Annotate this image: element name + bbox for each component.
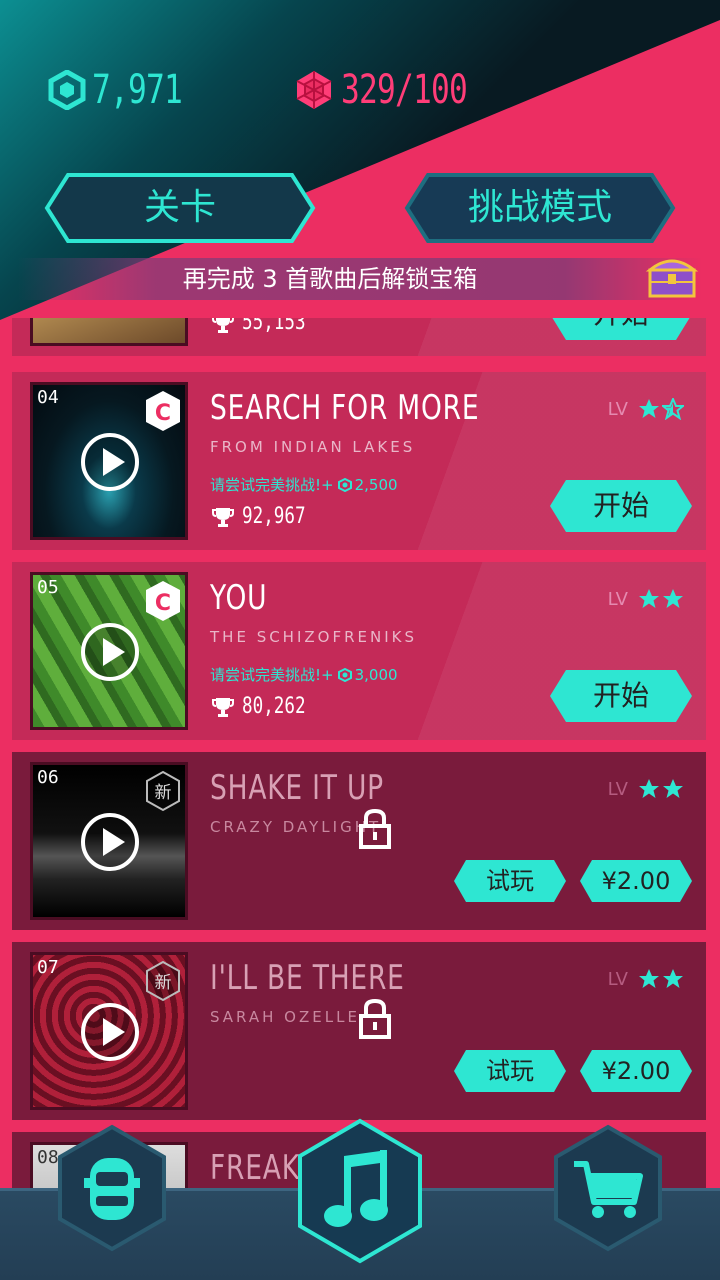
- song-title: YOU: [210, 578, 268, 618]
- difficulty-rating: LV: [608, 968, 684, 990]
- song-card[interactable]: 04 C SEARCH FOR MORE FROM INDIAN LAKES 请…: [12, 372, 706, 550]
- track-number: 07: [37, 957, 59, 978]
- song-thumbnail[interactable]: 07 新: [30, 952, 188, 1110]
- car-icon[interactable]: [56, 1124, 168, 1252]
- gem-icon: [296, 71, 332, 109]
- coin-icon: [337, 667, 352, 682]
- start-button[interactable]: 开始: [548, 318, 694, 342]
- song-artist: SARAH OZELLE: [210, 1008, 360, 1026]
- challenge-badge-icon: C: [146, 581, 180, 621]
- song-card[interactable]: 55,153 开始: [12, 318, 706, 356]
- chest-unlock-banner: 再完成 3 首歌曲后解锁宝箱: [18, 258, 702, 300]
- svg-text:C: C: [155, 401, 171, 426]
- tab-levels-label: 关卡: [143, 187, 216, 228]
- star-icon: [639, 399, 659, 418]
- trial-button[interactable]: 试玩: [452, 1048, 568, 1094]
- high-score: 92,967: [212, 504, 321, 529]
- music-note-icon[interactable]: [296, 1118, 424, 1264]
- play-preview-icon[interactable]: [79, 1001, 141, 1063]
- track-number: 06: [37, 767, 59, 788]
- coin-counter: 7,971: [48, 67, 207, 113]
- high-score: 55,153: [212, 318, 321, 335]
- star-icon: [639, 779, 659, 798]
- song-title: SHAKE IT UP: [210, 768, 384, 808]
- unlock-message: 再完成 3 首歌曲后解锁宝箱: [182, 265, 478, 293]
- difficulty-rating: LV: [608, 588, 684, 610]
- coin-icon: [337, 477, 352, 492]
- gem-count: 329/100: [341, 67, 468, 113]
- song-artist: FROM INDIAN LAKES: [210, 438, 416, 456]
- star-icon: [639, 969, 659, 988]
- star-icon: [663, 969, 683, 988]
- star-icon: [663, 779, 683, 798]
- tab-levels[interactable]: 关卡: [44, 172, 316, 244]
- svg-text:C: C: [155, 591, 171, 616]
- buy-button[interactable]: ¥2.00: [578, 858, 694, 904]
- song-artist: THE SCHIZOFRENIKS: [210, 628, 417, 646]
- play-preview-icon[interactable]: [79, 811, 141, 873]
- star-half-icon: [662, 398, 684, 420]
- new-badge-icon: 新: [146, 960, 180, 1002]
- coin-count: 7,971: [92, 67, 183, 113]
- trial-button[interactable]: 试玩: [452, 858, 568, 904]
- difficulty-rating: LV: [608, 398, 684, 420]
- lock-icon: [359, 998, 391, 1039]
- trophy-icon: [212, 697, 234, 717]
- song-title: I'LL BE THERE: [210, 958, 405, 998]
- new-badge-icon: 新: [146, 770, 180, 812]
- currency-bar: 7,971 329/100: [48, 62, 589, 118]
- trophy-icon: [212, 318, 234, 333]
- play-preview-icon[interactable]: [79, 621, 141, 683]
- star-icon: [663, 589, 683, 608]
- track-number: 04: [37, 387, 59, 408]
- track-number: 08: [37, 1147, 59, 1168]
- coin-icon: [48, 70, 86, 110]
- song-thumbnail[interactable]: 06 新: [30, 762, 188, 920]
- song-artist: CRAZY DAYLIGHT: [210, 818, 382, 836]
- svg-text:新: 新: [155, 783, 172, 803]
- song-thumbnail[interactable]: [30, 318, 188, 346]
- song-thumbnail[interactable]: 05 C: [30, 572, 188, 730]
- tab-challenge-mode[interactable]: 挑战模式: [404, 172, 676, 244]
- song-card-locked[interactable]: 07 新 I'LL BE THERE SARAH OZELLE LV 试玩 ¥2…: [12, 942, 706, 1120]
- buy-button[interactable]: ¥2.00: [578, 1048, 694, 1094]
- challenge-hint: 请尝试完美挑战!+ 3,000: [210, 665, 398, 685]
- challenge-hint: 请尝试完美挑战!+ 2,500: [210, 475, 398, 495]
- song-list[interactable]: 55,153 开始 04 C SEARCH FOR MORE FROM INDI…: [0, 318, 720, 1194]
- challenge-badge-icon: C: [146, 391, 180, 431]
- gem-counter: 329/100: [293, 67, 503, 113]
- trophy-icon: [212, 507, 234, 527]
- song-card-locked[interactable]: 06 新 SHAKE IT UP CRAZY DAYLIGHT LV 试玩 ¥2…: [12, 752, 706, 930]
- svg-text:新: 新: [155, 973, 172, 993]
- song-card[interactable]: 05 C YOU THE SCHIZOFRENIKS 请尝试完美挑战!+ 3,0…: [12, 562, 706, 740]
- difficulty-rating: LV: [608, 778, 684, 800]
- song-title: SEARCH FOR MORE: [210, 388, 480, 428]
- track-number: 05: [37, 577, 59, 598]
- lock-icon: [359, 808, 391, 849]
- treasure-chest-icon[interactable]: [644, 252, 700, 300]
- star-icon: [639, 589, 659, 608]
- high-score: 80,262: [212, 694, 321, 719]
- play-preview-icon[interactable]: [79, 431, 141, 493]
- start-button[interactable]: 开始: [548, 668, 694, 724]
- start-button[interactable]: 开始: [548, 478, 694, 534]
- song-thumbnail[interactable]: 04 C: [30, 382, 188, 540]
- tab-challenge-label: 挑战模式: [467, 187, 612, 228]
- shopping-cart-icon[interactable]: [552, 1124, 664, 1252]
